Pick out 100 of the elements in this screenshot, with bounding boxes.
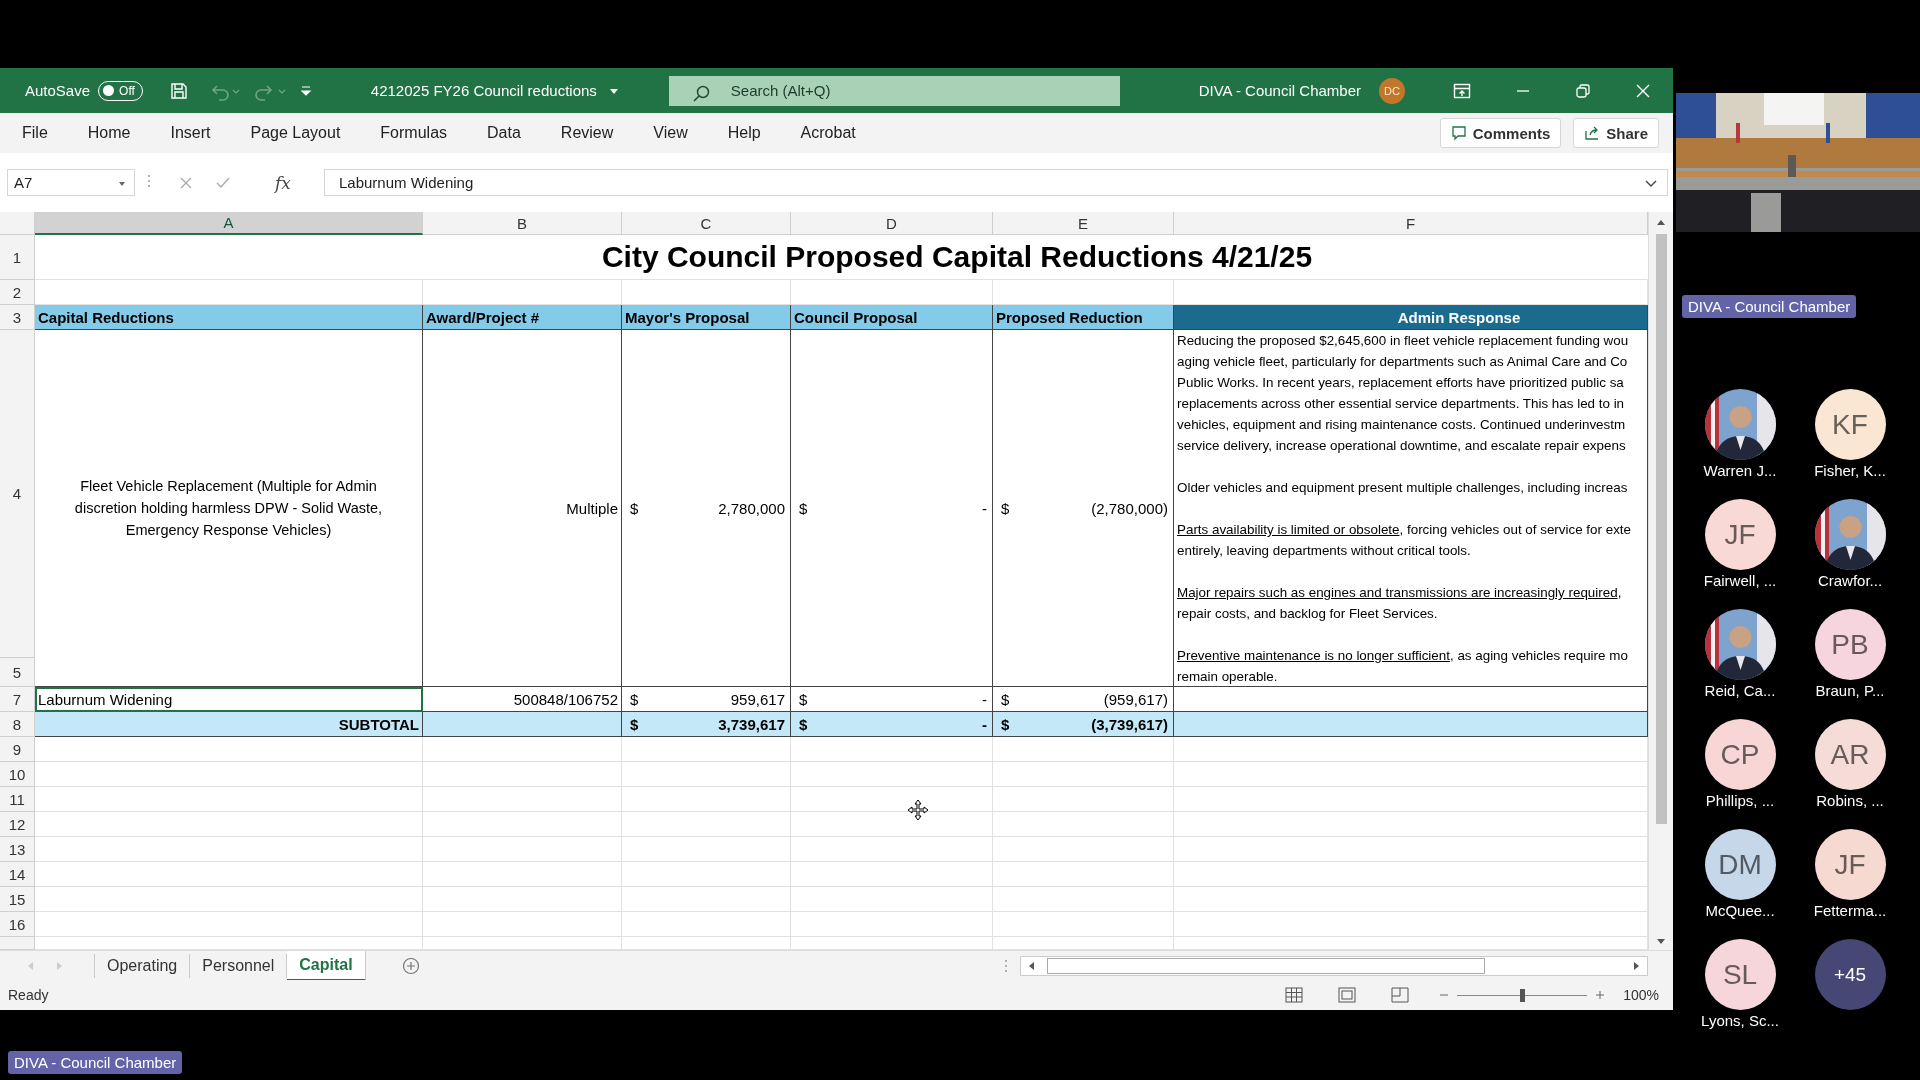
menu-tab[interactable]: Review (548, 124, 626, 142)
currency-sign: $ (799, 499, 808, 517)
more-participants-button[interactable]: +45 (1814, 939, 1886, 1010)
caret-icon[interactable] (608, 86, 619, 95)
participant-name: Robins, ... (1816, 792, 1884, 809)
participant-name: Braun, P... (1815, 682, 1885, 699)
row-header[interactable]: 9 (0, 737, 35, 762)
comments-button[interactable]: Comments (1439, 118, 1562, 148)
menu-tab[interactable]: Data (475, 124, 533, 142)
zoom-slider-thumb[interactable] (1520, 988, 1526, 1002)
ribbon-display-icon[interactable] (1453, 82, 1471, 99)
column-header[interactable]: A (35, 212, 423, 235)
response-paragraph: Older vehicles and equipment present multiple challenges, including increas (1177, 479, 1629, 497)
scroll-left-icon[interactable] (1027, 960, 1035, 971)
cell-value: 3,739,617 (718, 715, 785, 733)
participant-name: Lyons, Sc... (1701, 1012, 1779, 1029)
menu-tab[interactable]: Help (715, 124, 773, 142)
zoom-in-icon[interactable] (1595, 990, 1606, 1000)
menu-tab[interactable]: Home (75, 124, 143, 142)
row-header[interactable]: 3 (0, 305, 35, 330)
autosave-label: AutoSave (25, 82, 91, 99)
row-header[interactable]: 5 (0, 658, 35, 687)
menu-tab[interactable]: File (10, 124, 60, 142)
avatar: SL (1704, 939, 1776, 1010)
row-header[interactable]: 14 (0, 862, 35, 887)
document-title: 4212025 FY26 Council reductions (370, 82, 597, 99)
expand-icon[interactable] (1644, 178, 1658, 188)
status-text: Ready (8, 987, 49, 1003)
avatar: DM (1704, 829, 1776, 900)
insert-function-button[interactable]: fx (275, 172, 291, 193)
table-cell: Multiple (423, 330, 622, 687)
avatar: PB (1814, 609, 1886, 680)
scroll-down-icon[interactable] (1656, 938, 1666, 946)
row-header[interactable]: 8 (0, 712, 35, 737)
formula-field[interactable]: Laburnum Widening (324, 169, 1668, 196)
restore-icon[interactable] (1575, 82, 1591, 99)
row-header[interactable]: 10 (0, 762, 35, 787)
normal-view-icon[interactable] (1285, 987, 1304, 1003)
menu-tab[interactable]: Formulas (368, 124, 460, 142)
scrollbar-thumb[interactable] (1047, 957, 1485, 974)
cell-value: (2,780,000) (1091, 499, 1168, 517)
row-header[interactable]: 16 (0, 912, 35, 937)
cell-value: - (982, 690, 987, 708)
participant-name: Fisher, K... (1814, 462, 1886, 479)
table-cell: Laburnum Widening (35, 687, 423, 712)
sheet-tab[interactable]: Operating (94, 953, 191, 978)
menu-tab[interactable]: Page Layout (238, 124, 353, 142)
row-header[interactable]: 2 (0, 280, 35, 305)
page-layout-icon[interactable] (1338, 987, 1357, 1003)
splitter-handle-icon[interactable] (147, 173, 151, 188)
column-header[interactable]: E (993, 212, 1174, 235)
move-cursor-icon (907, 799, 929, 821)
column-header[interactable]: D (791, 212, 993, 235)
column-header[interactable]: B (423, 212, 622, 235)
column-heading: Admin Response (1174, 305, 1648, 330)
cell-value: - (982, 499, 987, 517)
column-heading: Mayor's Proposal (622, 305, 791, 330)
currency-sign: $ (799, 690, 808, 708)
row-header[interactable]: 4 (0, 330, 35, 658)
cell-value: (3,739,617) (1091, 715, 1168, 733)
row-header[interactable]: 7 (0, 687, 35, 712)
avatar: JF (1704, 499, 1776, 570)
menu-tab[interactable]: Acrobat (788, 124, 868, 142)
page-break-icon[interactable] (1391, 987, 1410, 1003)
row-header[interactable]: 11 (0, 787, 35, 812)
scroll-right-icon[interactable] (1633, 960, 1641, 971)
column-header[interactable]: F (1174, 212, 1648, 235)
row-header[interactable]: 12 (0, 812, 35, 837)
row-header[interactable]: 13 (0, 837, 35, 862)
cancel-icon[interactable] (179, 175, 193, 190)
search-field[interactable]: Search (Alt+Q) (668, 75, 1120, 106)
room-label: DIVA - Council Chamber (1682, 295, 1857, 318)
close-icon[interactable] (1635, 82, 1651, 99)
scrollbar-thumb[interactable] (1655, 234, 1667, 824)
share-button[interactable]: Share (1573, 118, 1659, 148)
customize-toolbar-icon[interactable] (298, 83, 313, 98)
participant-name: Fairwell, ... (1703, 572, 1777, 589)
zoom-level[interactable]: 100% (1623, 987, 1659, 1003)
currency-sign: $ (1001, 715, 1010, 733)
row-header[interactable]: 15 (0, 887, 35, 912)
menu-tab[interactable]: View (641, 124, 700, 142)
comment-icon (1450, 125, 1467, 141)
menu-tab[interactable]: Insert (158, 124, 223, 142)
row-header[interactable]: 1 (0, 235, 35, 280)
enter-icon[interactable] (215, 175, 231, 190)
currency-sign: $ (630, 499, 639, 517)
save-icon[interactable] (168, 80, 189, 101)
sheet-tab[interactable]: Capital (287, 950, 366, 981)
splitter-handle-icon[interactable] (1004, 958, 1008, 973)
name-box[interactable]: A7 (7, 169, 135, 196)
response-paragraph: Parts availability is limited or obsolete, forcing vehicles out of service for exte entirely, leaving departments without critical tools. (1177, 521, 1632, 560)
currency-sign: $ (1001, 499, 1010, 517)
avatar: JF (1814, 829, 1886, 900)
column-header[interactable]: C (622, 212, 791, 235)
avatar: AR (1814, 719, 1886, 790)
caret-icon[interactable] (117, 180, 127, 188)
column-heading: Council Proposal (791, 305, 993, 330)
scroll-up-icon[interactable] (1656, 218, 1666, 226)
participant-name: Warren J... (1703, 462, 1777, 479)
add-sheet-icon[interactable] (401, 956, 420, 975)
